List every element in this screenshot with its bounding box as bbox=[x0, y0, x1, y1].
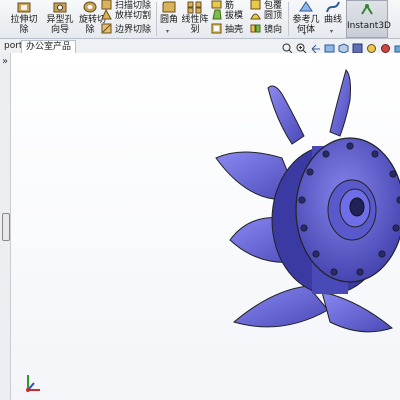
loft-cut-label: 放样切割 bbox=[115, 11, 152, 21]
command-ribbon: 拉伸切 除 异型孔 向导 旋转切 除 扫描切除 放样切割 边界切除 圆角 ▾ 线… bbox=[0, 0, 400, 39]
coordinate-triad-icon bbox=[26, 375, 40, 392]
hole-wizard-label: 异型孔 向导 bbox=[46, 15, 74, 35]
dome-icon bbox=[250, 13, 261, 20]
fillet-button[interactable]: 圆角 bbox=[158, 0, 180, 25]
linear-pattern-icon bbox=[187, 1, 202, 14]
fan-3d-model[interactable] bbox=[212, 60, 400, 340]
fillet-label: 圆角 bbox=[159, 15, 178, 25]
loft-cut-button[interactable]: 放样切割 bbox=[101, 8, 151, 21]
instant3d-label: Instant3D bbox=[347, 21, 391, 31]
dome-label: 圆顶 bbox=[264, 11, 283, 21]
curves-dropdown-icon[interactable]: ▾ bbox=[330, 28, 333, 35]
revolve-cut-button[interactable]: 旋转切 除 bbox=[79, 0, 107, 35]
curves-label: 曲线 bbox=[323, 15, 342, 25]
draft-label: 拔模 bbox=[225, 11, 244, 21]
loft-cut-icon bbox=[101, 9, 112, 20]
tab-office-products[interactable]: 办公室产品 bbox=[21, 40, 77, 53]
mirror-label: 镜向 bbox=[264, 25, 283, 35]
draft-button[interactable]: 拔模 bbox=[211, 8, 243, 21]
instant3d-icon bbox=[361, 4, 373, 15]
reference-geometry-icon bbox=[299, 1, 313, 12]
fillet-icon bbox=[162, 1, 176, 13]
boundary-cut-icon bbox=[101, 23, 112, 34]
extrude-cut-button[interactable]: 拉伸切 除 bbox=[7, 0, 41, 35]
draft-icon bbox=[212, 9, 222, 20]
hole-wizard-icon bbox=[53, 2, 67, 13]
ribbon-separator bbox=[288, 2, 289, 36]
extrude-cut-icon bbox=[17, 2, 31, 13]
shell-button[interactable]: 抽壳 bbox=[211, 22, 243, 35]
panel-splitter-handle[interactable] bbox=[2, 213, 10, 241]
fillet-dropdown-icon[interactable]: ▾ bbox=[166, 28, 169, 35]
mirror-button[interactable]: 镜向 bbox=[250, 22, 282, 35]
extrude-cut-label: 拉伸切 除 bbox=[10, 15, 38, 35]
hole-wizard-button[interactable]: 异型孔 向导 bbox=[43, 0, 77, 35]
curves-icon bbox=[326, 1, 340, 13]
linear-pattern-dropdown-icon[interactable]: ▾ bbox=[193, 28, 196, 35]
dome-button[interactable]: 圆顶 bbox=[250, 8, 282, 21]
shell-label: 抽壳 bbox=[225, 25, 244, 35]
instant3d-button[interactable]: Instant3D bbox=[346, 0, 391, 38]
feature-manager-collapsed-panel: » bbox=[0, 53, 11, 400]
ribbon-separator bbox=[156, 2, 157, 36]
expand-panel-button[interactable]: » bbox=[0, 56, 10, 67]
revolve-cut-label: 旋转切 除 bbox=[79, 15, 107, 35]
boundary-cut-button[interactable]: 边界切除 bbox=[101, 22, 151, 35]
shell-icon bbox=[211, 23, 222, 34]
curves-button[interactable]: 曲线 bbox=[322, 0, 344, 25]
revolve-cut-icon bbox=[83, 1, 97, 13]
reference-geometry-dropdown-icon[interactable]: ▾ bbox=[303, 30, 306, 37]
mirror-icon bbox=[250, 24, 261, 33]
boundary-cut-label: 边界切除 bbox=[115, 25, 152, 35]
